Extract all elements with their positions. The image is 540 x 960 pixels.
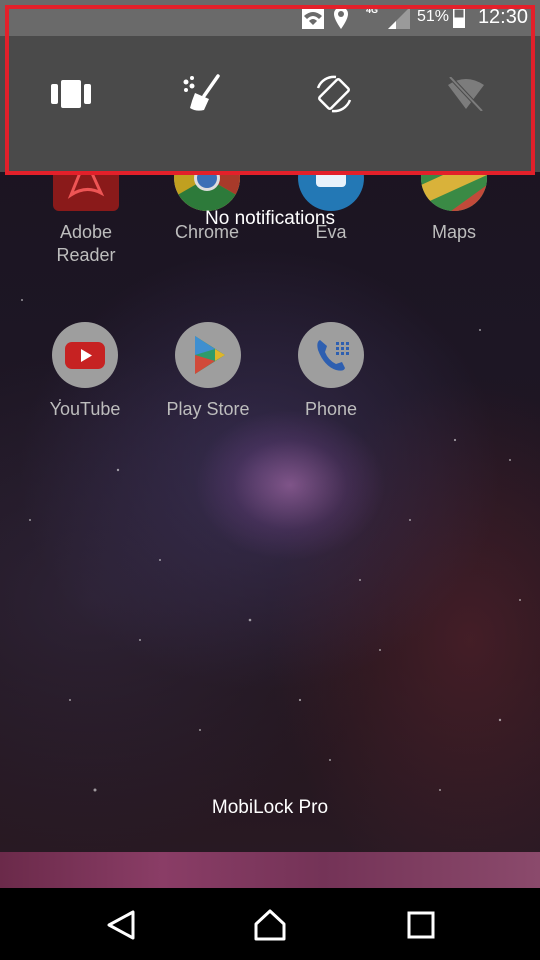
mobilock-pro-label: MobiLock Pro <box>211 797 329 818</box>
network-type: 4G <box>366 5 379 15</box>
rotate-icon <box>314 74 354 119</box>
wifi-icon <box>302 7 324 34</box>
broom-icon <box>182 73 222 119</box>
auto-rotate-tile[interactable] <box>298 60 370 132</box>
signal-icon <box>388 7 410 34</box>
wifi-off-icon <box>446 75 486 116</box>
app-label: Phone <box>304 399 358 419</box>
app-label: Play Store <box>166 399 250 419</box>
navigation-bar <box>0 888 540 960</box>
app-phone[interactable]: Phone <box>271 322 391 421</box>
phone-icon <box>298 322 364 388</box>
app-youtube[interactable]: YouTube <box>25 322 145 421</box>
cards-icon <box>51 79 91 113</box>
location-icon <box>333 7 349 34</box>
recents-icon[interactable] <box>404 908 438 942</box>
battery-percent: 51% <box>417 8 450 25</box>
app-switch-tile[interactable] <box>35 60 107 132</box>
app-play-store[interactable]: Play Store <box>148 322 268 421</box>
home-icon[interactable] <box>253 908 287 942</box>
battery-icon <box>453 6 465 33</box>
youtube-icon <box>52 322 118 388</box>
wallpaper-bottom-strip <box>0 852 540 888</box>
clock: 12:30 <box>477 6 528 28</box>
clean-tile[interactable] <box>166 60 238 132</box>
status-bar: 4G 51% 12:30 <box>0 0 540 36</box>
app-label: YouTube <box>49 399 121 419</box>
wifi-off-tile[interactable] <box>430 60 502 132</box>
no-notifications-text: No notifications <box>205 208 335 229</box>
back-icon[interactable] <box>104 908 138 942</box>
quick-settings-panel <box>0 36 540 172</box>
play-store-icon <box>175 322 241 388</box>
